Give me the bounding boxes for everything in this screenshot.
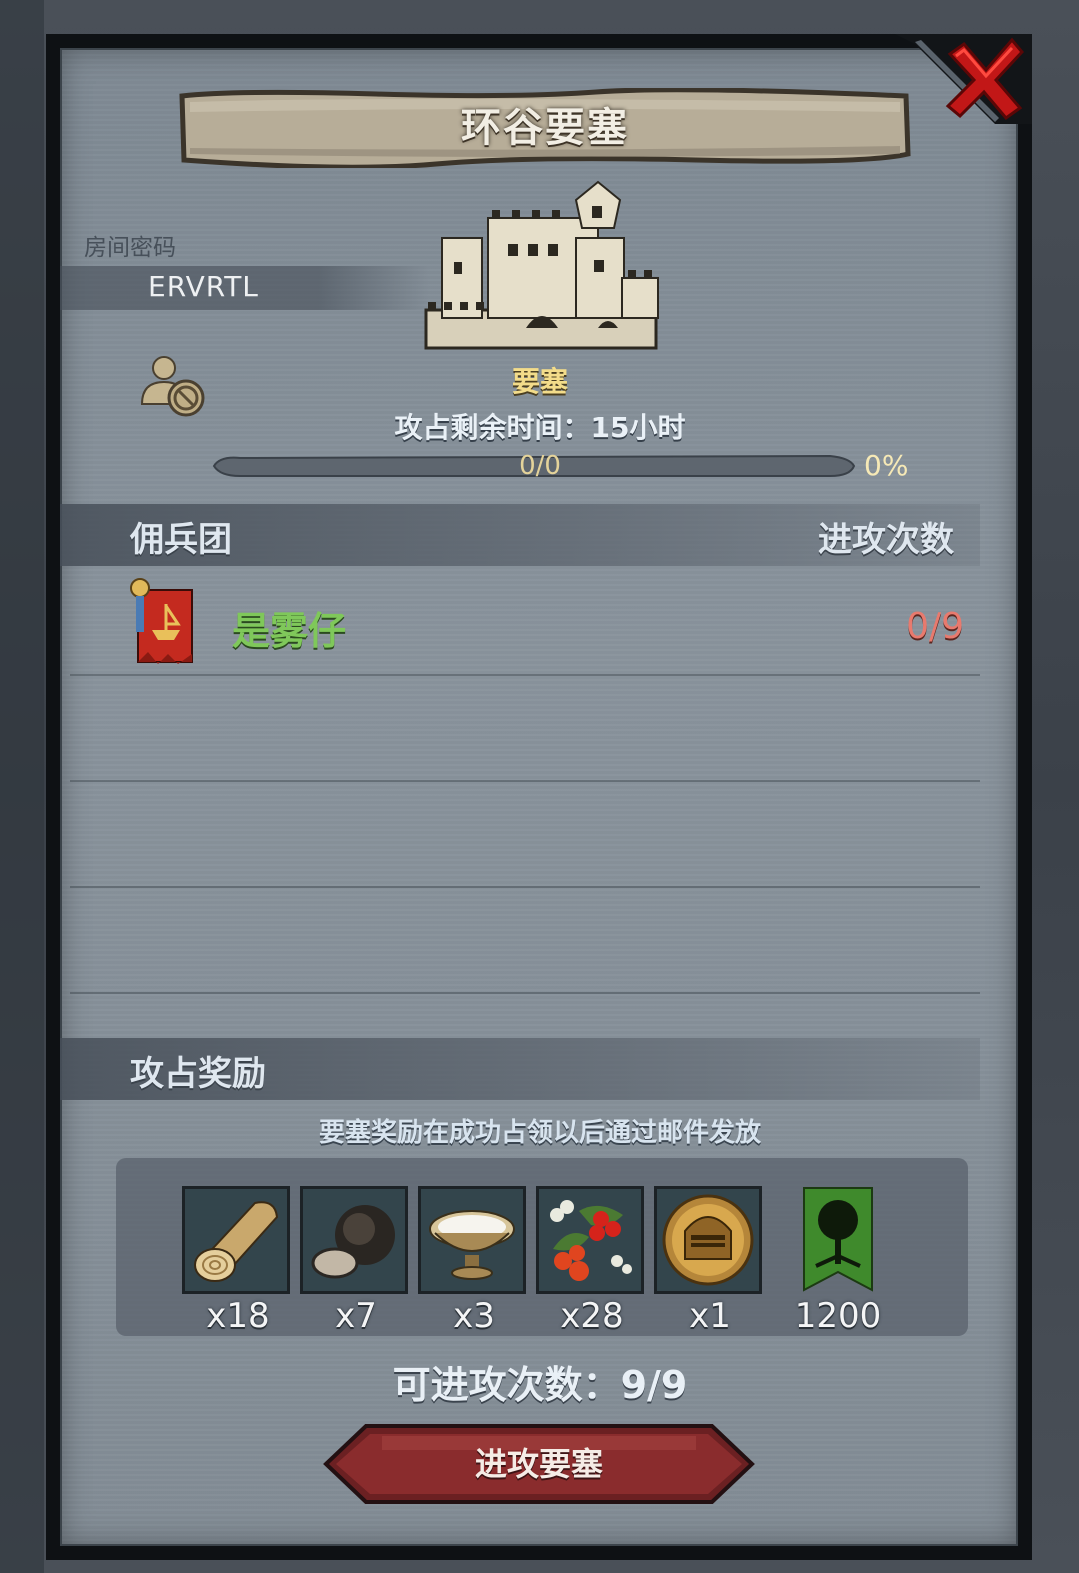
reward-item-berries[interactable] xyxy=(536,1186,644,1294)
room-password-label: 房间密码 xyxy=(84,235,176,261)
guild-banner-icon xyxy=(130,578,193,664)
mercenary-name: 是雾仔 xyxy=(232,609,347,653)
capture-progress-percent: 0% xyxy=(864,449,909,482)
close-button[interactable] xyxy=(940,36,1030,122)
reward-qty: x7 xyxy=(335,1296,377,1336)
milk-bowl-icon xyxy=(421,1189,523,1291)
reward-qty: 1200 xyxy=(794,1296,882,1336)
capture-time-remaining: 攻占剩余时间：15小时 xyxy=(394,411,686,444)
join-restriction-button[interactable] xyxy=(138,352,210,422)
available-attempts: 可进攻次数：9/9 xyxy=(392,1363,688,1407)
reward-item-milk[interactable] xyxy=(418,1186,526,1294)
room-code: ERVRTL xyxy=(148,270,259,303)
user-blocked-icon xyxy=(140,356,205,417)
reward-header: 攻占奖励 xyxy=(130,1054,266,1094)
reward-item-helmet-coin[interactable] xyxy=(654,1186,762,1294)
reward-qty: x1 xyxy=(689,1296,731,1336)
side-strip xyxy=(0,0,44,1573)
empty-row xyxy=(70,888,980,994)
fortress-castle-icon xyxy=(424,180,659,350)
reward-item-wood[interactable] xyxy=(182,1186,290,1294)
attack-fortress-button[interactable]: 进攻要塞 xyxy=(322,1424,756,1504)
dialog-title: 环谷要塞 xyxy=(461,105,629,151)
wood-log-icon xyxy=(185,1189,287,1291)
reward-qty: x18 xyxy=(206,1296,270,1336)
reward-qty: x28 xyxy=(560,1296,624,1336)
knight-helmet-coin-icon xyxy=(657,1189,759,1291)
fortress-label: 要塞 xyxy=(511,365,568,398)
reward-note: 要塞奖励在成功占领以后通过邮件发放 xyxy=(318,1118,761,1148)
close-icon xyxy=(945,37,1024,121)
tree-banner-icon xyxy=(803,1187,873,1292)
truffle-icon xyxy=(303,1189,405,1291)
mercenary-row[interactable] xyxy=(70,570,980,676)
berries-icon xyxy=(539,1189,641,1291)
mercenary-header: 佣兵团 xyxy=(130,520,232,560)
attack-count-header: 进攻次数 xyxy=(818,520,954,560)
empty-row xyxy=(70,782,980,888)
empty-row xyxy=(70,676,980,782)
capture-progress-text: 0/0 xyxy=(519,451,561,481)
reward-item-truffle[interactable] xyxy=(300,1186,408,1294)
mercenary-attack-count: 0/9 xyxy=(906,606,964,647)
reward-item-banner[interactable] xyxy=(786,1186,894,1294)
reward-qty: x3 xyxy=(453,1296,495,1336)
